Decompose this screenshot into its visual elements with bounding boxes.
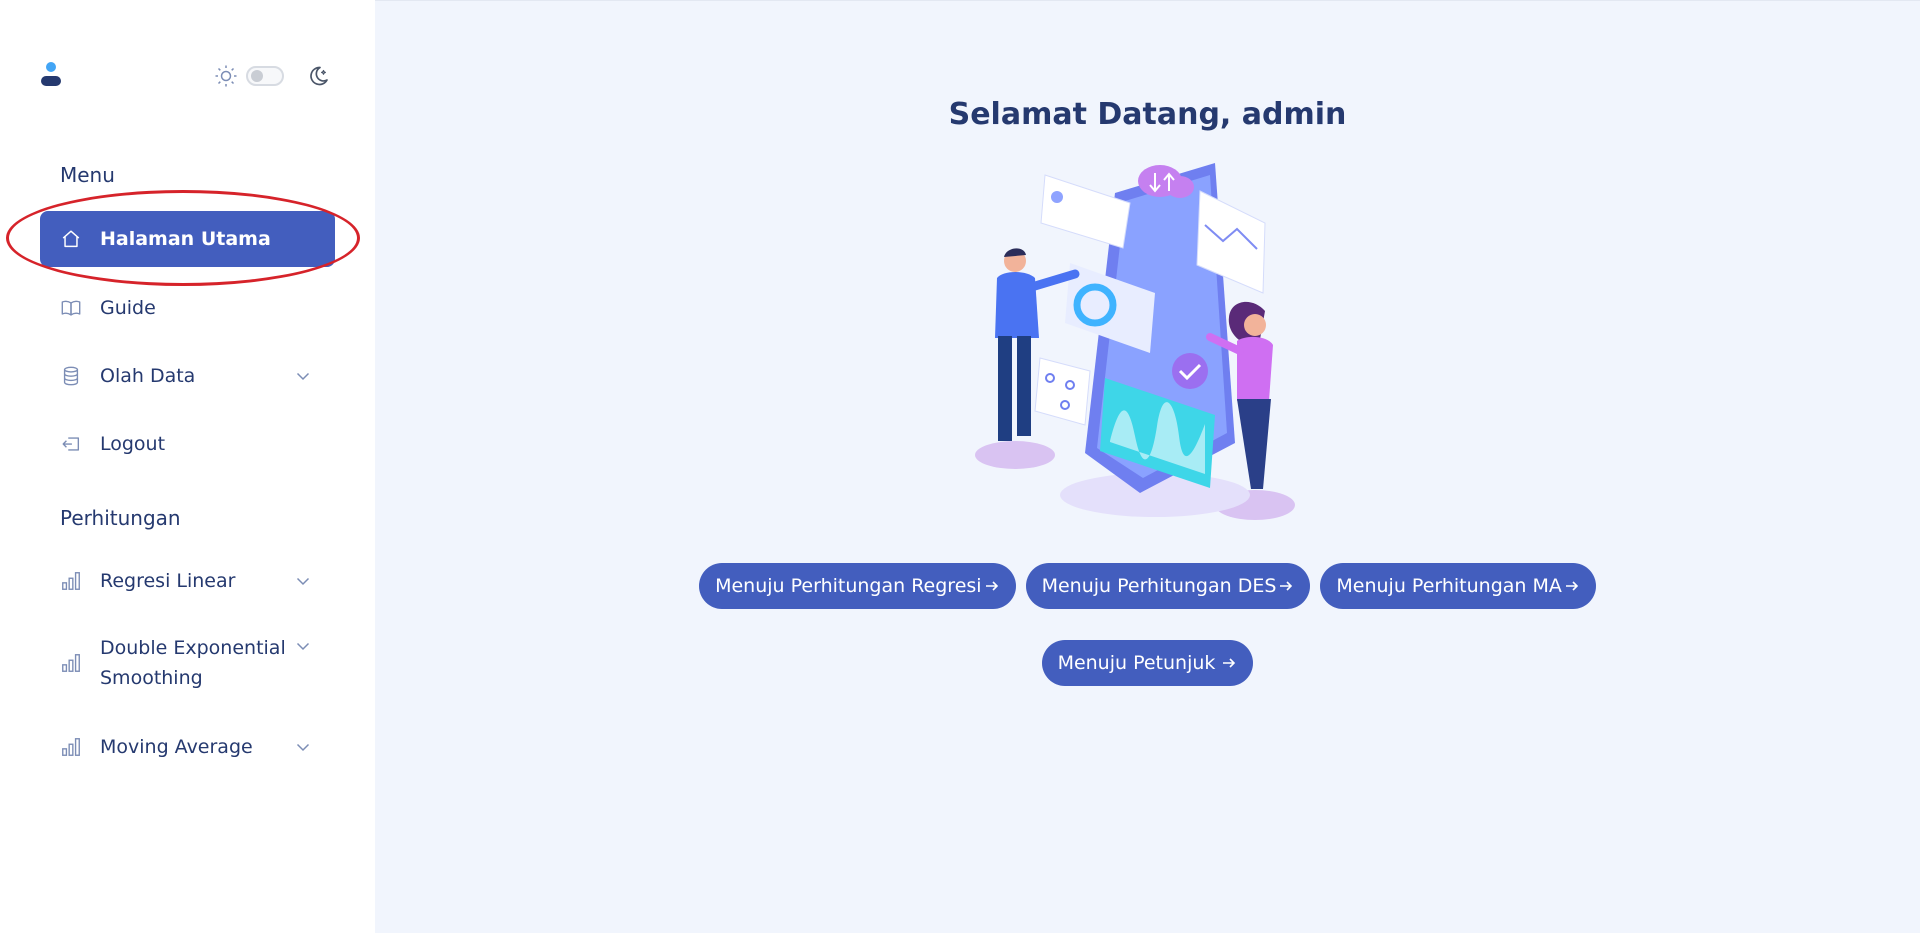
sidebar-item-olah-data[interactable]: Olah Data: [40, 358, 335, 394]
action-buttons-row-1: Menuju Perhitungan Regresi Menuju Perhit…: [375, 563, 1920, 609]
sidebar-item-label: Double Exponential Smoothing: [100, 633, 286, 693]
theme-toggle: [214, 62, 330, 90]
arrow-right-icon: [985, 581, 998, 591]
sidebar-item-logout[interactable]: Logout: [40, 426, 335, 462]
database-icon: [63, 366, 79, 386]
sidebar-item-label-line2: Smoothing: [100, 667, 203, 689]
chevron-down-icon[interactable]: [295, 573, 311, 589]
button-label: Menuju Petunjuk: [1057, 652, 1216, 674]
bar-chart-icon: [62, 654, 80, 672]
sidebar-item-label-line1: Double Exponential: [100, 637, 286, 659]
sidebar: Menu Halaman Utama Guide Olah Data Logou…: [0, 0, 375, 933]
sun-icon: [215, 65, 237, 87]
theme-switch-knob: [251, 70, 263, 82]
sidebar-item-regresi-linear[interactable]: Regresi Linear: [40, 563, 335, 599]
sidebar-item-moving-average[interactable]: Moving Average: [40, 729, 335, 765]
sidebar-item-double-exponential-smoothing[interactable]: Double Exponential Smoothing: [40, 632, 335, 694]
button-label: Menuju Perhitungan MA: [1336, 575, 1562, 597]
sidebar-item-label: Olah Data: [100, 365, 196, 387]
menuju-perhitungan-ma-button[interactable]: Menuju Perhitungan MA: [1320, 563, 1596, 609]
chevron-down-icon[interactable]: [295, 638, 311, 654]
chevron-down-icon[interactable]: [295, 739, 311, 755]
main-content: Selamat Datang, admin Menuju Perhitungan…: [375, 0, 1920, 933]
button-label: Menuju Perhitungan Regresi: [715, 575, 982, 597]
app-root: Menu Halaman Utama Guide Olah Data Logou…: [0, 0, 1920, 933]
sidebar-item-label: Regresi Linear: [100, 570, 236, 592]
action-buttons-row-2: Menuju Petunjuk: [375, 640, 1920, 686]
logout-icon: [62, 437, 80, 451]
menuju-perhitungan-des-button[interactable]: Menuju Perhitungan DES: [1025, 563, 1311, 609]
sidebar-item-label: Halaman Utama: [100, 228, 271, 250]
arrow-right-icon: [1280, 581, 1293, 591]
menu-section-title: Menu: [60, 163, 115, 187]
sidebar-item-halaman-utama[interactable]: Halaman Utama: [40, 211, 335, 267]
menuju-petunjuk-button[interactable]: Menuju Petunjuk: [1041, 640, 1254, 686]
book-icon: [61, 300, 81, 316]
theme-switch[interactable]: [246, 66, 284, 86]
bar-chart-icon: [62, 738, 80, 756]
arrow-right-icon: [1565, 581, 1579, 591]
dashboard-illustration: [975, 163, 1295, 520]
sidebar-item-guide[interactable]: Guide: [40, 290, 335, 326]
calc-section-title: Perhitungan: [60, 506, 181, 530]
user-avatar-icon[interactable]: [40, 62, 62, 88]
sidebar-item-label: Guide: [100, 297, 156, 319]
house-icon: [62, 230, 80, 248]
moon-icon: [310, 66, 328, 86]
button-label: Menuju Perhitungan DES: [1041, 575, 1277, 597]
chevron-down-icon[interactable]: [295, 368, 311, 384]
sidebar-item-label: Moving Average: [100, 736, 253, 758]
bar-chart-icon: [62, 572, 80, 590]
sidebar-item-label: Logout: [100, 433, 166, 455]
arrow-right-icon: [1223, 658, 1236, 668]
menuju-perhitungan-regresi-button[interactable]: Menuju Perhitungan Regresi: [699, 563, 1016, 609]
welcome-heading: Selamat Datang, admin: [948, 97, 1347, 132]
